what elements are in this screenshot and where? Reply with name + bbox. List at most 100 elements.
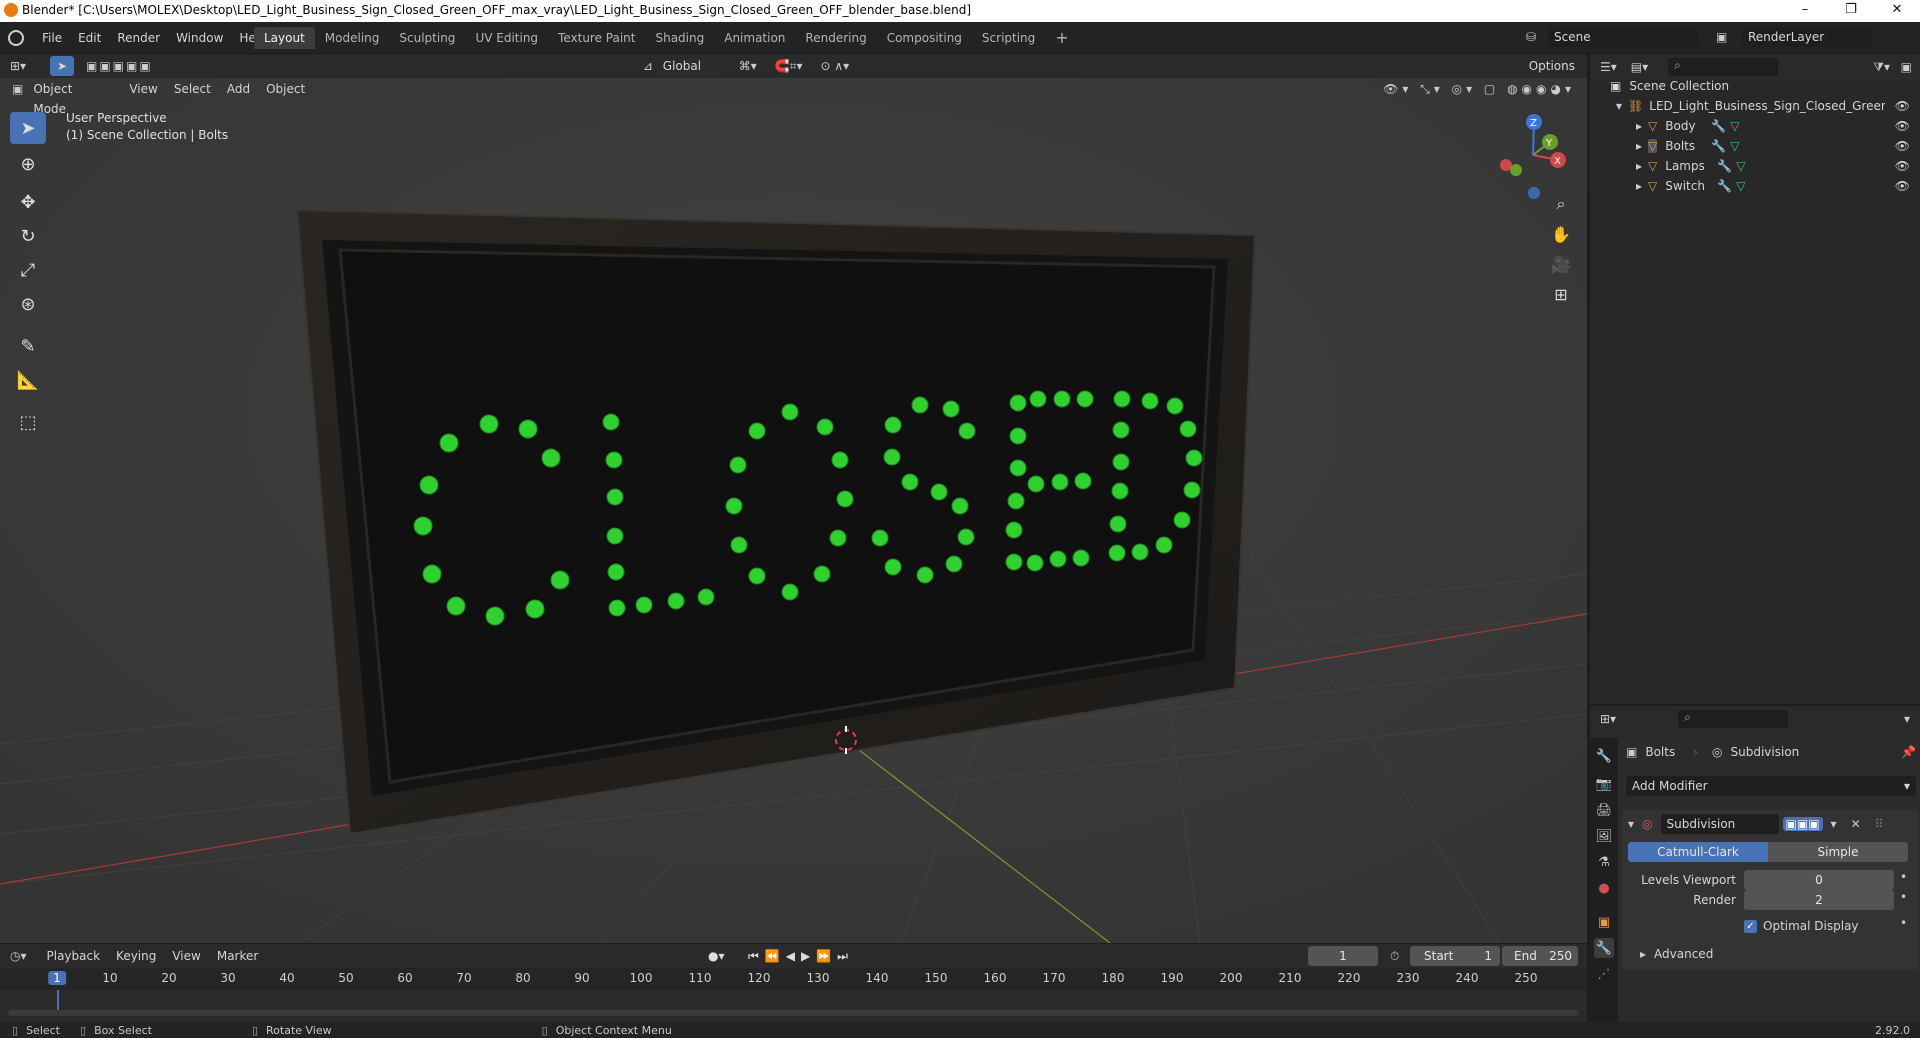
add-modifier-dropdown[interactable]: Add Modifier ▾ <box>1626 776 1916 796</box>
measure-tool-icon[interactable]: 📐 <box>10 364 46 396</box>
properties-editor-icon[interactable]: ⊞▾ <box>1600 712 1616 726</box>
render-layer-icon[interactable]: ▣ <box>1716 30 1742 44</box>
visibility-eye-icon[interactable]: 👁 <box>1895 99 1910 113</box>
visibility-eye-icon[interactable]: 👁 <box>1895 159 1910 173</box>
proportional-edit-icon[interactable]: ⊙ ∧▾ <box>821 59 850 73</box>
keyframe-dot-icon[interactable]: • <box>1900 870 1907 884</box>
menu-edit[interactable]: Edit <box>70 28 109 48</box>
tab-modeling[interactable]: Modeling <box>315 27 390 49</box>
scene-field[interactable]: Scene <box>1548 27 1698 47</box>
timeline-scrollbar[interactable] <box>8 1010 1578 1016</box>
tab-uv-editing[interactable]: UV Editing <box>465 27 548 49</box>
playback-controls[interactable]: ⏮⏪◀▶⏩⏭ <box>748 949 854 964</box>
maximize-button[interactable]: ❐ <box>1828 0 1874 22</box>
frame-ruler[interactable]: 1 10 20 30 40 50 60 70 80 90 100 110 120… <box>0 968 1587 990</box>
outliner-item-body[interactable]: ▸ ▽ Body 🔧 ▽ 👁 <box>1590 116 1920 136</box>
view-layer-icon[interactable]: 🖼 <box>1594 826 1614 846</box>
properties-search-field[interactable]: ⌕ <box>1678 710 1789 728</box>
outliner-editor-icon[interactable]: ☰▾ <box>1600 60 1617 74</box>
keyframe-dot-icon[interactable]: • <box>1900 890 1907 904</box>
current-frame-field[interactable]: 1 <box>1308 946 1378 966</box>
zoom-icon[interactable]: ⌕ <box>1546 190 1576 218</box>
simple-button[interactable]: Simple <box>1768 842 1908 862</box>
clock-icon[interactable]: ⏱ <box>1390 949 1399 964</box>
menu-object[interactable]: Object <box>258 79 313 99</box>
menu-marker[interactable]: Marker <box>209 946 266 966</box>
outliner-search-field[interactable]: ⌕ <box>1668 58 1779 76</box>
display-mode-icon[interactable]: ▤▾ <box>1631 60 1648 74</box>
add-cube-tool-icon[interactable]: ⬚ <box>10 406 46 438</box>
tab-compositing[interactable]: Compositing <box>877 27 972 49</box>
world-properties-icon[interactable]: ● <box>1594 878 1614 898</box>
modifier-name-field[interactable]: Subdivision <box>1660 814 1779 834</box>
options-dropdown[interactable]: Options <box>1522 56 1581 76</box>
tab-shading[interactable]: Shading <box>645 27 714 49</box>
add-workspace-button[interactable]: + <box>1045 27 1078 49</box>
filter-icon[interactable]: ⧩▾ <box>1873 60 1890 75</box>
move-tool-icon[interactable]: ✥ <box>10 186 46 218</box>
visibility-eye-icon[interactable]: 👁 <box>1895 139 1910 153</box>
tool-settings-icon[interactable]: 🔧 <box>1594 746 1614 766</box>
outliner-item-bolts[interactable]: ▸ ▽ Bolts 🔧 ▽ 👁 <box>1590 136 1920 156</box>
tab-animation[interactable]: Animation <box>714 27 795 49</box>
modifier-properties-icon[interactable]: 🔧 <box>1594 938 1614 958</box>
outliner-item-switch[interactable]: ▸ ▽ Switch 🔧 ▽ 👁 <box>1590 176 1920 196</box>
menu-keying[interactable]: Keying <box>108 946 164 966</box>
menu-playback[interactable]: Playback <box>39 946 109 966</box>
rotate-tool-icon[interactable]: ↻ <box>10 220 46 252</box>
menu-render[interactable]: Render <box>109 28 168 48</box>
optimal-display-row[interactable]: ✓ Optimal Display <box>1744 916 1859 936</box>
expand-arrow-icon[interactable]: ▸ <box>1636 139 1642 153</box>
menu-file[interactable]: File <box>34 28 70 48</box>
tab-rendering[interactable]: Rendering <box>795 27 876 49</box>
pin-icon[interactable]: 📌 <box>1901 745 1916 759</box>
scene-properties-icon[interactable]: ⚗ <box>1594 852 1614 872</box>
navigation-gizmo[interactable]: Z X Y <box>1488 110 1578 200</box>
render-layer-field[interactable]: RenderLayer <box>1742 27 1872 47</box>
advanced-subpanel[interactable]: ▸ Advanced <box>1640 944 1713 964</box>
menu-view[interactable]: View <box>121 79 165 99</box>
minimize-button[interactable]: – <box>1782 0 1828 22</box>
output-properties-icon[interactable]: 🖨 <box>1594 800 1614 820</box>
catmull-clark-button[interactable]: Catmull-Clark <box>1628 842 1768 862</box>
new-collection-icon[interactable]: ▣ <box>1901 60 1912 74</box>
properties-options-icon[interactable]: ▾ <box>1904 712 1910 726</box>
tab-texture-paint[interactable]: Texture Paint <box>548 27 645 49</box>
transform-orientation-dropdown[interactable]: Global <box>656 56 723 76</box>
tab-layout[interactable]: Layout <box>254 27 315 49</box>
expand-arrow-icon[interactable]: ▸ <box>1636 159 1642 173</box>
current-frame-marker[interactable]: 1 <box>48 971 66 985</box>
collapse-arrow-icon[interactable]: ▾ <box>1628 817 1634 831</box>
snap-icon[interactable]: 🧲⌗▾ <box>775 59 803 74</box>
keyframe-dot-icon[interactable]: • <box>1900 916 1907 930</box>
outliner-item-lamps[interactable]: ▸ ▽ Lamps 🔧 ▽ 👁 <box>1590 156 1920 176</box>
record-icon[interactable]: ●▾ <box>708 949 725 963</box>
expand-arrow-icon[interactable]: ▸ <box>1636 179 1642 193</box>
close-button[interactable]: ✕ <box>1874 0 1920 22</box>
select-mode-icon[interactable]: ➤ <box>50 56 74 76</box>
timeline-editor-icon[interactable]: ◷▾ <box>10 949 27 963</box>
select-box-tool[interactable]: ➤ <box>10 112 46 144</box>
drag-handle-icon[interactable]: ⠿ <box>1875 817 1884 831</box>
expand-arrow-icon[interactable]: ▾ <box>1616 99 1622 113</box>
object-mode-dropdown[interactable]: Object Mode <box>27 79 113 116</box>
modifier-toggle-icons[interactable]: ▣▣▣ <box>1782 817 1823 831</box>
remove-modifier-icon[interactable]: ✕ <box>1851 817 1861 831</box>
cursor-tool-icon[interactable]: ⊕ <box>10 148 46 180</box>
visibility-eye-icon[interactable]: 👁 <box>1895 179 1910 193</box>
3d-viewport[interactable]: ⊞▾ ➤ ▣▣▣▣▣ ⊿ Global ⌘▾ 🧲⌗▾ ⊙ ∧▾ Options … <box>0 54 1587 943</box>
render-levels-field[interactable]: 2 <box>1744 890 1894 910</box>
ortho-grid-icon[interactable]: ⊞ <box>1546 280 1576 308</box>
menu-add[interactable]: Add <box>219 79 258 99</box>
pan-hand-icon[interactable]: ✋ <box>1546 220 1576 248</box>
render-properties-icon[interactable]: 📷 <box>1594 774 1614 794</box>
transform-tool-icon[interactable]: ⊛ <box>10 288 46 320</box>
outliner-collection-row[interactable]: ▾ ⛓ LED_Light_Business_Sign_Closed_Green… <box>1590 96 1920 116</box>
menu-select[interactable]: Select <box>166 79 219 99</box>
viewport-shading-icons[interactable]: 👁▾ ⤡▾ ◎▾ ▢ ◍◉◉◕▾ <box>1383 82 1575 97</box>
menu-timeline-view[interactable]: View <box>164 946 208 966</box>
checkbox-checked-icon[interactable]: ✓ <box>1744 919 1757 933</box>
selection-box-icons[interactable]: ▣▣▣▣▣ <box>86 59 153 73</box>
tab-scripting[interactable]: Scripting <box>972 27 1045 49</box>
tab-sculpting[interactable]: Sculpting <box>389 27 465 49</box>
